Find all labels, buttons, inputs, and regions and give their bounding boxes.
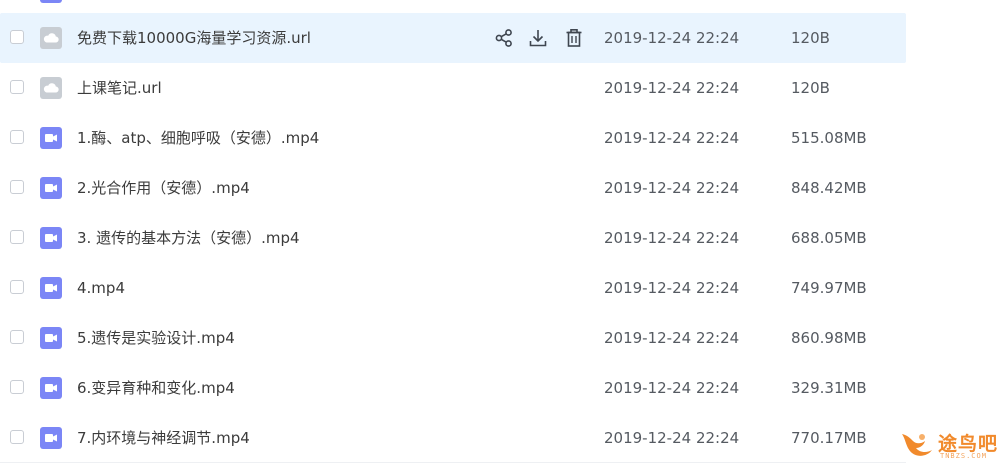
file-size: 860.98MB <box>791 329 867 347</box>
file-row[interactable]: 2.光合作用（安德）.mp4 2019-12-24 22:24 848.42MB <box>0 163 906 213</box>
video-file-icon <box>40 277 62 299</box>
list-bottom-divider <box>0 462 906 463</box>
file-size: 770.17MB <box>791 429 867 447</box>
url-file-icon <box>40 27 62 49</box>
video-file-icon <box>40 177 62 199</box>
row-actions <box>494 27 586 49</box>
row-checkbox[interactable] <box>10 30 24 44</box>
file-name[interactable]: 2.光合作用（安德）.mp4 <box>77 178 250 198</box>
row-checkbox[interactable] <box>10 280 24 294</box>
file-date: 2019-12-24 22:24 <box>604 279 740 297</box>
file-name[interactable]: 上课笔记.url <box>77 78 162 98</box>
file-date: 2019-12-24 22:24 <box>604 379 740 397</box>
file-size: 688.05MB <box>791 229 867 247</box>
file-row[interactable]: 上课笔记.url 2019-12-24 22:24 120B <box>0 63 906 113</box>
file-date: 2019-12-24 22:24 <box>604 79 740 97</box>
row-checkbox[interactable] <box>10 330 24 344</box>
file-date: 2019-12-24 22:24 <box>604 29 740 47</box>
video-file-icon <box>40 227 62 249</box>
row-checkbox[interactable] <box>10 130 24 144</box>
file-list: 免费下载10000G海量学习资源.url 2019-12-24 22:24 12… <box>0 0 1003 467</box>
row-checkbox[interactable] <box>10 180 24 194</box>
url-file-icon <box>40 77 62 99</box>
download-icon[interactable] <box>528 27 548 49</box>
video-file-icon <box>40 327 62 349</box>
file-date: 2019-12-24 22:24 <box>604 129 740 147</box>
file-row[interactable]: 6.变异育种和变化.mp4 2019-12-24 22:24 329.31MB <box>0 363 906 413</box>
file-name[interactable]: 6.变异育种和变化.mp4 <box>77 378 235 398</box>
row-checkbox[interactable] <box>10 230 24 244</box>
file-size: 515.08MB <box>791 129 867 147</box>
row-checkbox[interactable] <box>10 430 24 444</box>
watermark-subtext: TNBZS.COM <box>940 452 987 460</box>
file-name[interactable]: 5.遗传是实验设计.mp4 <box>77 328 235 348</box>
share-icon[interactable] <box>494 27 514 49</box>
file-size: 120B <box>791 79 830 97</box>
file-name[interactable]: 7.内环境与神经调节.mp4 <box>77 428 250 448</box>
video-file-icon <box>40 427 62 449</box>
file-row[interactable]: 5.遗传是实验设计.mp4 2019-12-24 22:24 860.98MB <box>0 313 906 363</box>
file-size: 329.31MB <box>791 379 867 397</box>
file-size: 749.97MB <box>791 279 867 297</box>
bird-logo-icon <box>902 434 932 456</box>
file-name[interactable]: 3. 遗传的基本方法（安德）.mp4 <box>77 228 300 248</box>
file-size: 120B <box>791 29 830 47</box>
video-file-icon <box>40 377 62 399</box>
file-name[interactable]: 免费下载10000G海量学习资源.url <box>77 28 311 48</box>
previous-row-icon-edge <box>40 0 62 3</box>
file-row[interactable]: 免费下载10000G海量学习资源.url 2019-12-24 22:24 12… <box>0 13 906 63</box>
file-row[interactable]: 4.mp4 2019-12-24 22:24 749.97MB <box>0 263 906 313</box>
file-row[interactable]: 3. 遗传的基本方法（安德）.mp4 2019-12-24 22:24 688.… <box>0 213 906 263</box>
file-name[interactable]: 4.mp4 <box>77 278 125 298</box>
file-size: 848.42MB <box>791 179 867 197</box>
row-checkbox[interactable] <box>10 380 24 394</box>
file-row[interactable]: 7.内环境与神经调节.mp4 2019-12-24 22:24 770.17MB <box>0 413 906 463</box>
video-file-icon <box>40 127 62 149</box>
watermark-logo: 途鸟吧 TNBZS.COM <box>896 426 1001 466</box>
file-name[interactable]: 1.酶、atp、细胞呼吸（安德）.mp4 <box>77 128 319 148</box>
row-checkbox[interactable] <box>10 80 24 94</box>
file-date: 2019-12-24 22:24 <box>604 429 740 447</box>
file-date: 2019-12-24 22:24 <box>604 329 740 347</box>
file-row[interactable]: 1.酶、atp、细胞呼吸（安德）.mp4 2019-12-24 22:24 51… <box>0 113 906 163</box>
delete-icon[interactable] <box>564 27 584 49</box>
file-date: 2019-12-24 22:24 <box>604 229 740 247</box>
file-date: 2019-12-24 22:24 <box>604 179 740 197</box>
